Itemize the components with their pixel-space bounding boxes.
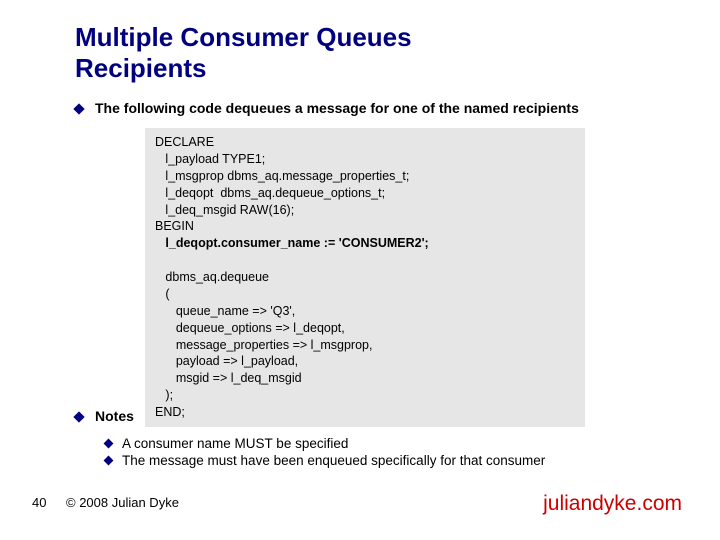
note-item: A consumer name MUST be specified	[105, 436, 675, 451]
note-text: A consumer name MUST be specified	[122, 436, 348, 451]
main-bullet: The following code dequeues a message fo…	[75, 100, 675, 116]
code-line: l_deq_msgid RAW(16);	[155, 203, 294, 217]
code-block: DECLARE l_payload TYPE1; l_msgprop dbms_…	[145, 128, 585, 427]
code-line: l_payload TYPE1;	[155, 152, 265, 166]
diamond-icon	[73, 103, 84, 114]
main-bullet-text: The following code dequeues a message fo…	[95, 100, 579, 116]
code-line-bold: l_deqopt.consumer_name := 'CONSUMER2';	[155, 236, 429, 250]
code-line: BEGIN	[155, 219, 194, 233]
diamond-icon	[104, 439, 114, 449]
code-line: DECLARE	[155, 135, 214, 149]
code-line: dequeue_options => l_deqopt,	[155, 321, 345, 335]
code-line: msgid => l_deq_msgid	[155, 371, 302, 385]
notes-sub-bullets: A consumer name MUST be specified The me…	[105, 436, 675, 468]
diamond-icon	[73, 411, 84, 422]
slide: Multiple Consumer Queues Recipients The …	[0, 0, 720, 540]
notes-block: Notes A consumer name MUST be specified …	[75, 408, 675, 470]
title-line1: Multiple Consumer Queues	[75, 22, 412, 52]
code-line: dbms_aq.dequeue	[155, 270, 269, 284]
notes-label: Notes	[95, 408, 134, 424]
domain-link: juliandyke.com	[543, 492, 682, 516]
code-line: payload => l_payload,	[155, 354, 298, 368]
code-line: message_properties => l_msgprop,	[155, 338, 372, 352]
note-text: The message must have been enqueued spec…	[122, 453, 545, 468]
code-line: (	[155, 287, 170, 301]
notes-bullet: Notes	[75, 408, 675, 424]
code-line: l_msgprop dbms_aq.message_properties_t;	[155, 169, 409, 183]
slide-title: Multiple Consumer Queues Recipients	[75, 22, 412, 84]
content-area: The following code dequeues a message fo…	[75, 100, 675, 427]
title-line2: Recipients	[75, 53, 207, 83]
note-item: The message must have been enqueued spec…	[105, 453, 675, 468]
code-line: l_deqopt dbms_aq.dequeue_options_t;	[155, 186, 385, 200]
page-number: 40	[32, 495, 46, 510]
code-line: queue_name => 'Q3',	[155, 304, 295, 318]
code-line: );	[155, 388, 173, 402]
copyright: © 2008 Julian Dyke	[66, 495, 179, 510]
diamond-icon	[104, 456, 114, 466]
